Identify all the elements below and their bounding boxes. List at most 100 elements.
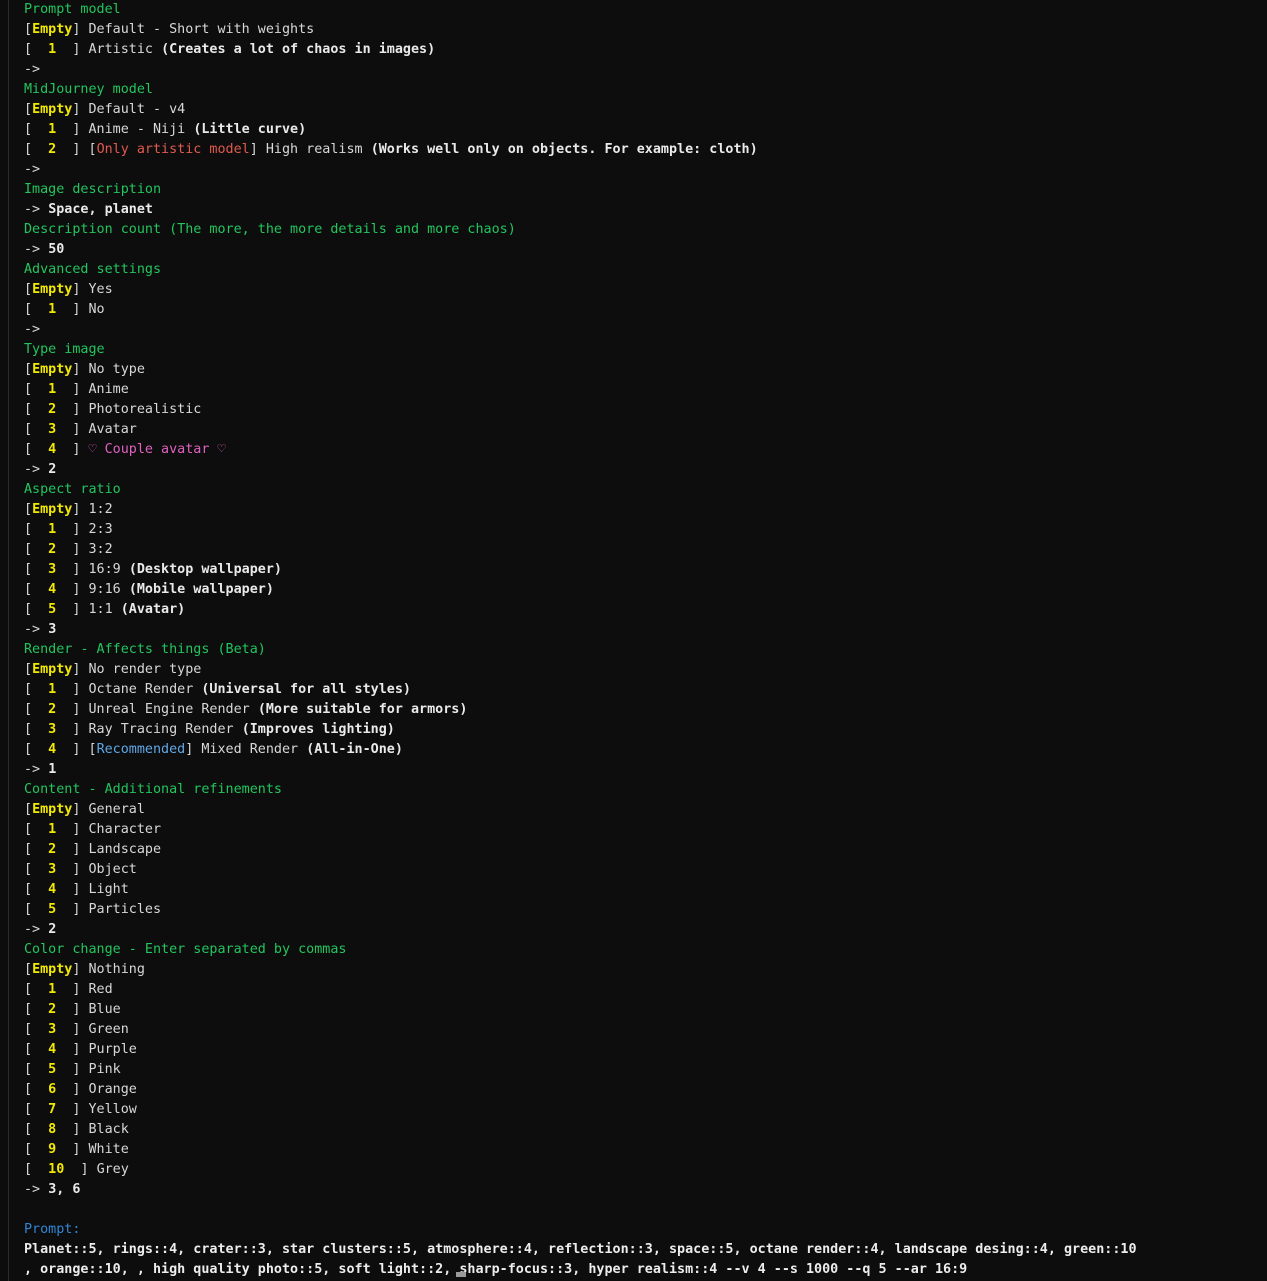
- option-row: [ 1 ] No: [24, 300, 1267, 320]
- option-key: 1: [32, 382, 73, 397]
- terminal-window[interactable]: Prompt model [Empty] Default - Short with…: [0, 0, 1267, 1281]
- option-key: 2: [32, 142, 73, 157]
- option-note: (Universal for all styles): [201, 682, 411, 697]
- option-gap: [80, 442, 88, 457]
- option-row: [ 2 ] Blue: [24, 1000, 1267, 1020]
- option-label: No type: [88, 362, 145, 377]
- option-bracket-open: [: [24, 1102, 33, 1117]
- option-label: Purple: [88, 1042, 137, 1057]
- option-row: [ 2 ] Photorealistic: [24, 400, 1267, 420]
- option-bracket-open: [: [24, 682, 33, 697]
- section-heading-text: Image description: [24, 182, 162, 197]
- answer-row: -> Space, planet: [24, 200, 1267, 220]
- terminal-screen: Prompt model [Empty] Default - Short with…: [24, 0, 1267, 1280]
- option-gap: [80, 582, 88, 597]
- answer-row: -> 1: [24, 760, 1267, 780]
- option-gap: [80, 382, 88, 397]
- option-key: 2: [32, 542, 73, 557]
- option-key: 3: [32, 422, 73, 437]
- option-row: [ 4 ] 9:16 (Mobile wallpaper): [24, 580, 1267, 600]
- answer-row: ->: [24, 160, 1267, 180]
- section-heading-text: Aspect ratio: [24, 482, 121, 497]
- option-note: (All-in-One): [306, 742, 403, 757]
- output-prompt-text: , orange::10, , high quality photo::5, s…: [24, 1262, 968, 1277]
- option-key: 1: [32, 682, 73, 697]
- option-gap: [80, 102, 88, 117]
- section-heading-text: Advanced settings: [24, 262, 162, 277]
- section-heading: Image description: [24, 180, 1267, 200]
- option-key: 4: [32, 582, 73, 597]
- option-row: [ 9 ] White: [24, 1140, 1267, 1160]
- section-heading-text: Content - Additional refinements: [24, 782, 282, 797]
- option-bracket-open: [: [24, 522, 33, 537]
- answer-value: 3, 6: [48, 1182, 81, 1197]
- option-gap: [80, 402, 88, 417]
- option-gap: [80, 662, 88, 677]
- option-bracket-open: [: [24, 542, 33, 557]
- option-gap: [80, 22, 88, 37]
- option-row: [ 2 ] [Only artistic model] High realism…: [24, 140, 1267, 160]
- option-label: Particles: [88, 902, 162, 917]
- option-note: (Mobile wallpaper): [128, 582, 274, 597]
- option-gap: [80, 422, 88, 437]
- answer-row: -> 3, 6: [24, 1180, 1267, 1200]
- option-row: [ 5 ] Particles: [24, 900, 1267, 920]
- option-bracket-open: [: [24, 702, 33, 717]
- answer-row: -> 2: [24, 920, 1267, 940]
- option-label: Landscape: [88, 842, 162, 857]
- answer-arrow: ->: [24, 762, 41, 777]
- option-key: 1: [32, 302, 73, 317]
- option-label: General: [88, 802, 145, 817]
- answer-gap: [40, 622, 48, 637]
- option-label: ♡ Couple avatar ♡: [88, 442, 226, 457]
- option-gap: [80, 962, 88, 977]
- option-row: [Empty] No type: [24, 360, 1267, 380]
- option-gap: [80, 902, 88, 917]
- answer-arrow: ->: [24, 202, 41, 217]
- option-bracket-open: [: [24, 1042, 33, 1057]
- option-tag-bracket-open: [: [88, 742, 97, 757]
- answer-gap: [40, 462, 48, 477]
- option-key: Empty: [32, 662, 73, 677]
- option-row: [ 2 ] Landscape: [24, 840, 1267, 860]
- option-key: 9: [32, 1142, 73, 1157]
- option-label: Octane Render: [88, 682, 202, 697]
- section-heading: Type image: [24, 340, 1267, 360]
- option-bracket-open: [: [24, 742, 33, 757]
- option-row: [ 8 ] Black: [24, 1120, 1267, 1140]
- option-row: [ 4 ] Purple: [24, 1040, 1267, 1060]
- option-label: Pink: [88, 1062, 121, 1077]
- option-gap: [80, 122, 88, 137]
- section-heading-text: Color change - Enter separated by commas: [24, 942, 347, 957]
- section-heading: Description count (The more, the more de…: [24, 220, 1267, 240]
- option-bracket-open: [: [24, 602, 33, 617]
- option-row: [Empty] Yes: [24, 280, 1267, 300]
- option-gap: [80, 302, 88, 317]
- option-bracket-open: [: [24, 582, 33, 597]
- option-gap: [80, 1042, 88, 1057]
- option-key: Empty: [32, 282, 73, 297]
- option-key: 5: [32, 1062, 73, 1077]
- option-row: [ 3 ] 16:9 (Desktop wallpaper): [24, 560, 1267, 580]
- option-key: 4: [32, 742, 73, 757]
- answer-arrow: ->: [24, 922, 41, 937]
- option-key: 5: [32, 902, 73, 917]
- option-bracket-open: [: [24, 362, 33, 377]
- option-gap: [80, 42, 88, 57]
- option-bracket-open: [: [24, 822, 33, 837]
- option-gap: [80, 982, 88, 997]
- option-key: Empty: [32, 802, 73, 817]
- option-gap: [80, 822, 88, 837]
- option-gap: [89, 1162, 97, 1177]
- option-note: (Improves lighting): [241, 722, 395, 737]
- option-gap: [80, 522, 88, 537]
- option-row: [Empty] Nothing: [24, 960, 1267, 980]
- option-gap: [80, 1022, 88, 1037]
- option-gap: [80, 362, 88, 377]
- option-label: No render type: [88, 662, 202, 677]
- option-note: (Avatar): [120, 602, 186, 617]
- output-prompt-row: Planet::5, rings::4, crater::3, star clu…: [24, 1240, 1267, 1260]
- option-tag-bracket-open: [: [88, 142, 97, 157]
- option-bracket-open: [: [24, 1002, 33, 1017]
